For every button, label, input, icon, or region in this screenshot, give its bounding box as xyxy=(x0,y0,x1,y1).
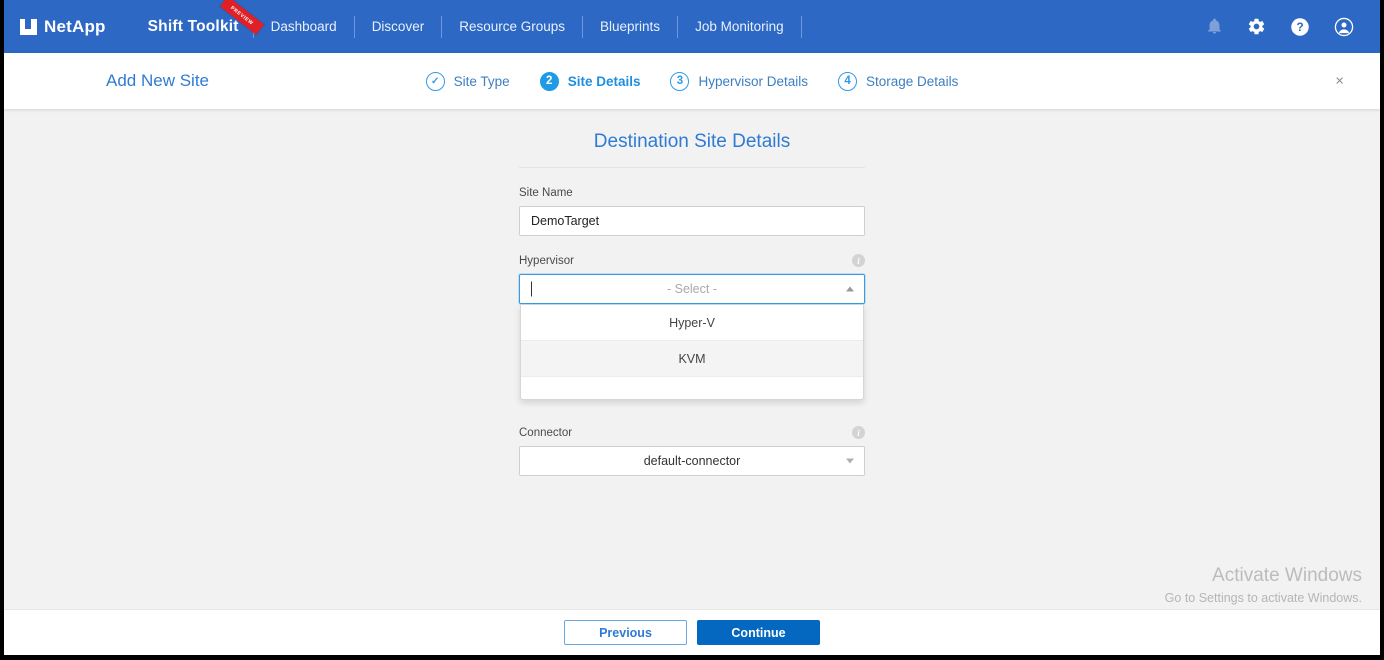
nav-item-resource-groups[interactable]: Resource Groups xyxy=(442,19,582,34)
wizard-header: Add New Site ✓ Site Type 2 Site Details … xyxy=(4,53,1380,109)
netapp-logo[interactable]: NetApp xyxy=(20,17,106,37)
wizard-step-storage-details[interactable]: 4 Storage Details xyxy=(838,71,959,91)
netapp-logo-icon xyxy=(20,18,37,35)
info-icon[interactable]: i xyxy=(852,426,865,439)
nav-item-dashboard[interactable]: Dashboard xyxy=(254,19,354,34)
continue-button[interactable]: Continue xyxy=(697,620,820,645)
hypervisor-select[interactable]: - Select - Hyper-V KVM xyxy=(519,274,865,400)
chevron-up-icon xyxy=(846,286,854,292)
site-name-value: DemoTarget xyxy=(531,214,600,228)
previous-button[interactable]: Previous xyxy=(564,620,687,645)
site-name-label: Site Name xyxy=(519,187,573,199)
hypervisor-option-kvm[interactable]: KVM xyxy=(521,341,863,377)
netapp-logo-text: NetApp xyxy=(44,16,106,36)
field-connector: Connector i default-connector xyxy=(519,426,865,476)
close-icon[interactable]: × xyxy=(1335,74,1344,89)
application-window: NetApp Shift Toolkit PREVIEW Dashboard D… xyxy=(0,0,1384,660)
nav-item-discover[interactable]: Discover xyxy=(355,19,442,34)
hypervisor-label: Hypervisor xyxy=(519,255,574,267)
nav-action-icons: ? xyxy=(1206,17,1362,37)
site-name-input[interactable]: DemoTarget xyxy=(519,206,865,236)
text-cursor xyxy=(531,281,532,297)
page-title: Add New Site xyxy=(106,71,209,90)
main-content: Destination Site Details Site Name DemoT… xyxy=(4,109,1380,655)
form-title: Destination Site Details xyxy=(593,131,791,152)
form-divider xyxy=(519,167,865,168)
help-icon[interactable]: ? xyxy=(1290,17,1310,37)
nav-item-job-monitoring[interactable]: Job Monitoring xyxy=(678,19,801,34)
step-number: 2 xyxy=(539,71,559,91)
hypervisor-option-hyper-v[interactable]: Hyper-V xyxy=(521,305,863,341)
step-number: 4 xyxy=(838,71,858,91)
hypervisor-placeholder: - Select - xyxy=(666,282,717,296)
watermark-title: Activate Windows xyxy=(1212,565,1362,586)
nav-divider xyxy=(800,15,802,38)
gear-icon[interactable] xyxy=(1247,17,1266,36)
watermark-subtitle: Go to Settings to activate Windows. xyxy=(1164,591,1362,605)
step-check-icon: ✓ xyxy=(425,71,445,91)
nav-item-blueprints[interactable]: Blueprints xyxy=(583,19,677,34)
step-label: Storage Details xyxy=(866,73,959,89)
top-navigation-bar: NetApp Shift Toolkit PREVIEW Dashboard D… xyxy=(4,0,1380,53)
hypervisor-options-dropdown: Hyper-V KVM xyxy=(520,305,864,400)
product-brand-label: Shift Toolkit xyxy=(147,17,239,35)
site-details-form: Destination Site Details Site Name DemoT… xyxy=(519,131,865,476)
wizard-step-site-type[interactable]: ✓ Site Type xyxy=(425,71,510,91)
step-label: Site Type xyxy=(453,73,510,89)
step-label: Hypervisor Details xyxy=(698,73,809,89)
wizard-step-hypervisor-details[interactable]: 3 Hypervisor Details xyxy=(670,71,809,91)
connector-label: Connector xyxy=(519,427,573,439)
info-icon[interactable]: i xyxy=(852,254,865,267)
connector-select[interactable]: default-connector xyxy=(519,446,865,476)
field-site-name: Site Name DemoTarget xyxy=(519,187,865,236)
step-label: Site Details xyxy=(567,73,641,89)
account-icon[interactable] xyxy=(1334,17,1354,37)
bell-icon[interactable] xyxy=(1206,17,1223,36)
connector-value: default-connector xyxy=(643,454,741,468)
chevron-down-icon xyxy=(846,458,854,464)
windows-activation-watermark: Activate Windows Go to Settings to activ… xyxy=(1165,565,1362,605)
step-number: 3 xyxy=(670,71,690,91)
product-brand: Shift Toolkit PREVIEW xyxy=(147,0,264,36)
wizard-step-site-details[interactable]: 2 Site Details xyxy=(539,71,641,91)
field-hypervisor: Hypervisor i - Select - Hyper-V KVM xyxy=(519,254,865,400)
wizard-footer: Previous Continue xyxy=(4,609,1380,655)
wizard-steps: ✓ Site Type 2 Site Details 3 Hypervisor … xyxy=(425,71,959,91)
primary-nav: Dashboard Discover Resource Groups Bluep… xyxy=(252,15,802,38)
svg-text:?: ? xyxy=(1296,21,1303,34)
